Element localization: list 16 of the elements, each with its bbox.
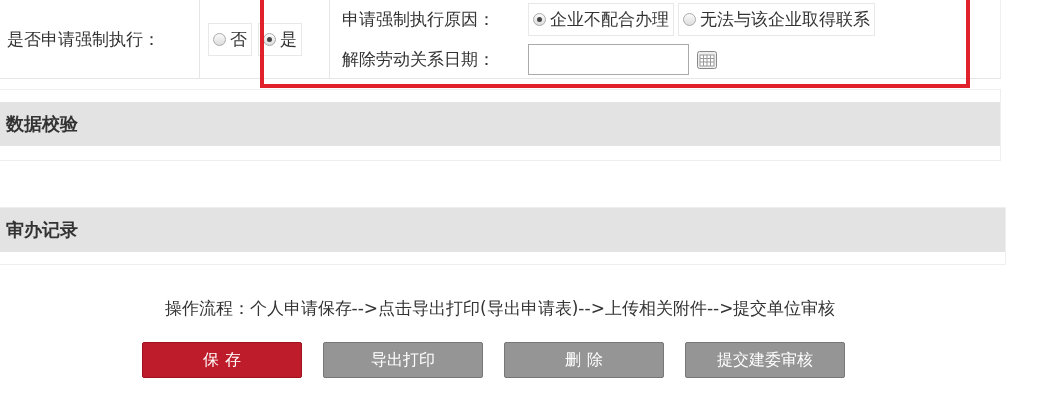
field-label: 是否申请强制执行： — [0, 0, 200, 78]
radio-button[interactable] — [683, 13, 696, 26]
radio-button[interactable] — [213, 32, 226, 46]
radio-button[interactable] — [533, 13, 546, 26]
calendar-icon[interactable] — [697, 50, 717, 69]
field-label: 解除劳动关系日期： — [342, 48, 496, 71]
radio-option[interactable]: 无法与该企业取得联系 — [678, 3, 875, 36]
radio-option[interactable]: 企业不配合办理 — [528, 3, 674, 36]
action-button[interactable]: 保 存 — [142, 342, 302, 378]
process-description: 操作流程：个人申请保存-->点击导出打印(导出申请表)-->上传相关附件-->提交单位审核 — [163, 297, 837, 320]
section-header: 审办记录 — [0, 208, 1005, 252]
radio-option[interactable]: 否 — [208, 22, 252, 56]
field-label: 申请强制执行原因： — [342, 8, 496, 31]
section-header: 数据校验 — [0, 102, 1000, 146]
radio-option[interactable]: 是 — [258, 22, 302, 56]
date-field[interactable] — [528, 44, 689, 75]
